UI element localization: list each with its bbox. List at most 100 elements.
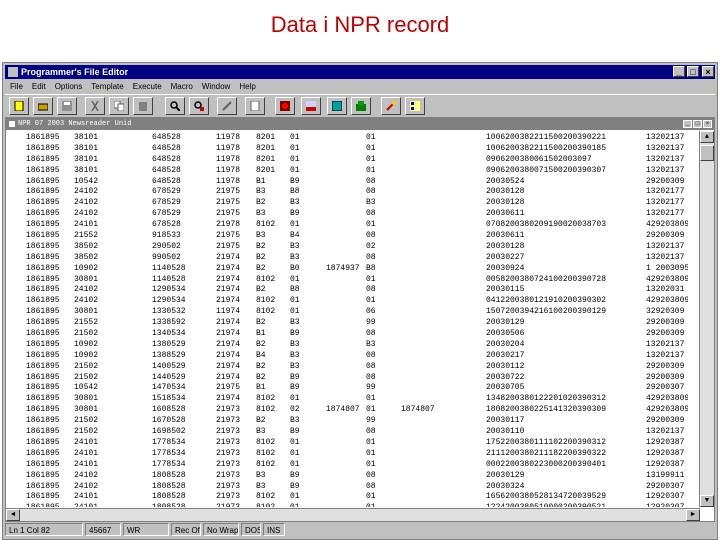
- menu-help[interactable]: Help: [239, 82, 255, 91]
- text-line: 1861895 21502 1698502 21973 B3 B9 08 20030110 13…: [6, 427, 688, 438]
- text-line: 1861895 24101 1808528 21973 8102 01 01 12242003…: [6, 503, 688, 507]
- field-10: 1656200380528134720039529: [486, 492, 607, 502]
- field-3: 1140528: [152, 274, 186, 284]
- field-4: 21973: [216, 416, 241, 426]
- field-10: 1507200394216100200390129: [486, 307, 607, 317]
- field-5: 8102: [256, 296, 276, 306]
- text-content[interactable]: 1861895 38101 648528 11978 8201 01 01 100620038…: [6, 133, 688, 507]
- field-6: B9: [290, 372, 300, 382]
- menu-options[interactable]: Options: [55, 82, 83, 91]
- field-10: 0906200380061502003097: [486, 154, 592, 164]
- print-button[interactable]: [245, 97, 265, 115]
- minimize-button[interactable]: _: [673, 66, 685, 77]
- field-6: B9: [290, 176, 300, 186]
- field-4: 11974: [216, 307, 241, 317]
- field-8: 01: [366, 503, 376, 507]
- field-2: 21502: [74, 427, 99, 437]
- field-3: 678528: [152, 220, 181, 230]
- field-11: 13202137: [646, 241, 685, 251]
- field-1: 1861895: [26, 154, 60, 164]
- text-line: 1861895 38101 648528 11978 8201 01 01 100620038…: [6, 133, 688, 144]
- scroll-left-button[interactable]: ◄: [6, 509, 20, 521]
- field-2: 38101: [74, 165, 99, 175]
- field-1: 1861895: [26, 459, 60, 469]
- find-next-button[interactable]: [189, 97, 209, 115]
- field-11: 13202137: [646, 339, 685, 349]
- wrench-button[interactable]: [381, 97, 401, 115]
- field-10: 20030204: [486, 339, 525, 349]
- field-5: 8102: [256, 459, 276, 469]
- cut-button[interactable]: [85, 97, 105, 115]
- scroll-down-button[interactable]: ▼: [700, 495, 714, 507]
- menu-file[interactable]: File: [10, 82, 23, 91]
- field-5: 8102: [256, 274, 276, 284]
- menu-template[interactable]: Template: [91, 82, 123, 91]
- scroll-right-button[interactable]: ►: [686, 509, 700, 521]
- field-2: 30801: [74, 307, 99, 317]
- field-10: 1348200380122201020390312: [486, 394, 607, 404]
- field-1: 1861895: [26, 470, 60, 480]
- field-6: B3: [290, 198, 300, 208]
- field-6: B8: [290, 187, 300, 197]
- field-1: 1861895: [26, 318, 60, 328]
- menu-window[interactable]: Window: [202, 82, 230, 91]
- copy-button[interactable]: [109, 97, 129, 115]
- field-5: B3: [256, 481, 266, 491]
- document-maximize-button[interactable]: □: [693, 120, 702, 128]
- field-8: 06: [366, 307, 376, 317]
- scroll-up-button[interactable]: ▲: [700, 131, 714, 143]
- field-3: 1140528: [152, 263, 186, 273]
- document-close-button[interactable]: ×: [703, 120, 712, 128]
- msdos-button[interactable]: [301, 97, 321, 115]
- menu-execute[interactable]: Execute: [133, 82, 162, 91]
- new-file-button[interactable]: [9, 97, 29, 115]
- field-5: B2: [256, 318, 266, 328]
- field-2: 30801: [74, 274, 99, 284]
- field-5: B3: [256, 470, 266, 480]
- replace-button[interactable]: [217, 97, 237, 115]
- help-button[interactable]: [351, 97, 371, 115]
- field-3: 1470534: [152, 383, 186, 393]
- menu-edit[interactable]: Edit: [32, 82, 46, 91]
- field-4: 21973: [216, 503, 240, 507]
- field-11: 13199911: [646, 470, 685, 480]
- field-5: B2: [256, 416, 266, 426]
- field-10: 1006200382211500200390185: [486, 143, 607, 153]
- field-3: 678529: [152, 209, 181, 219]
- field-11: 4292038099: [646, 394, 688, 404]
- field-5: B3: [256, 187, 266, 197]
- field-1: 1861895: [26, 241, 60, 251]
- paste-button[interactable]: [133, 97, 153, 115]
- field-5: B2: [256, 241, 266, 251]
- open-button[interactable]: [33, 97, 53, 115]
- close-button[interactable]: ×: [702, 66, 714, 77]
- find-button[interactable]: [165, 97, 185, 115]
- field-8: 01: [366, 448, 376, 458]
- vertical-scrollbar[interactable]: ▲ ▼: [699, 131, 714, 507]
- vertical-scroll-thumb[interactable]: [700, 145, 714, 161]
- window-button[interactable]: [327, 97, 347, 115]
- field-1: 1861895: [26, 133, 60, 142]
- field-6: B3: [290, 252, 300, 262]
- field-10: 1752200380111102200390312: [486, 437, 607, 447]
- field-11: 13202137: [646, 154, 685, 164]
- text-line: 1861895 30801 1518534 21974 8102 01 01 13482003…: [6, 394, 688, 405]
- field-2: 21502: [74, 416, 99, 426]
- field-8: 08: [366, 209, 376, 219]
- save-icon: [62, 101, 72, 111]
- text-line: 1861895 38101 648528 11978 8201 01 01 100620038…: [6, 144, 688, 155]
- field-6: 01: [290, 143, 300, 153]
- menu-macro[interactable]: Macro: [171, 82, 193, 91]
- text-line: 1861895 24101 678528 21978 8102 01 01 070820038…: [6, 220, 688, 231]
- field-10: 0058200380724100200390728: [486, 274, 607, 284]
- line-number-button[interactable]: [405, 97, 425, 115]
- save-button[interactable]: [57, 97, 77, 115]
- record-button[interactable]: [275, 97, 295, 115]
- field-3: 1440529: [152, 372, 186, 382]
- field-5: B1: [256, 176, 266, 186]
- horizontal-scrollbar[interactable]: ◄ ►: [6, 508, 700, 521]
- maximize-button[interactable]: □: [687, 66, 699, 77]
- field-3: 1808528: [152, 492, 186, 502]
- document-minimize-button[interactable]: _: [683, 120, 692, 128]
- text-line: 1861895 21502 1440529 21974 B2 B9 08 20030722 29…: [6, 373, 688, 384]
